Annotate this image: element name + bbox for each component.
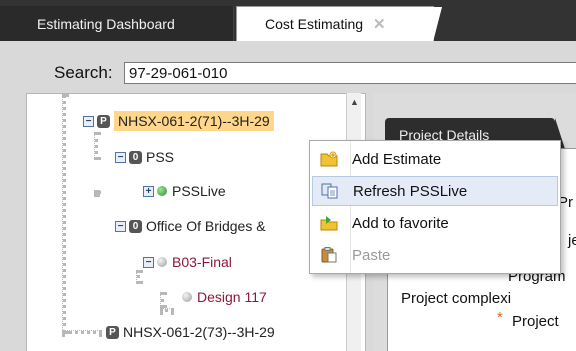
search-input[interactable] <box>124 62 576 84</box>
tree-node[interactable]: Design 117 <box>182 287 267 307</box>
tree-node[interactable]: − B03-Final <box>143 252 232 272</box>
tree-node-label[interactable]: PSSLive <box>172 183 226 199</box>
tab-label: Cost Estimating <box>265 16 364 32</box>
status-grey-icon <box>182 292 192 302</box>
count-badge-icon: 0 <box>129 219 142 233</box>
scroll-up-icon[interactable]: ▲ <box>350 97 359 107</box>
status-grey-icon <box>157 257 167 267</box>
tree-node-label[interactable]: NHSX-061-2(71)--3H-29 <box>114 111 274 131</box>
tree-connector <box>136 270 140 284</box>
tree-node[interactable]: − P NHSX-061-2(71)--3H-29 <box>83 111 274 131</box>
tree-connector <box>160 308 174 312</box>
field-label: je <box>568 232 576 249</box>
tree-node[interactable]: − 0 Office Of Bridges & <box>115 216 266 236</box>
menu-item-label: Add Estimate <box>352 150 442 168</box>
collapse-icon[interactable]: − <box>115 151 126 163</box>
top-tab-bar: Estimating Dashboard Cost Estimating ✕ <box>0 0 576 42</box>
close-icon[interactable]: ✕ <box>373 15 386 33</box>
tab-cost-estimating[interactable]: Cost Estimating ✕ <box>236 6 442 42</box>
paste-icon <box>320 247 338 263</box>
tree-connector <box>160 292 164 308</box>
tree-node-label[interactable]: NHSX-061-2(73)--3H-29 <box>123 324 275 340</box>
menu-item-add-estimate[interactable]: Add Estimate <box>312 144 558 174</box>
tree-node-label[interactable]: Design 117 <box>197 289 267 305</box>
required-marker: * <box>497 309 503 326</box>
collapse-icon[interactable]: − <box>143 256 154 268</box>
menu-item-paste[interactable]: Paste <box>312 240 558 270</box>
search-label: Search: <box>54 63 113 82</box>
count-badge-icon: 0 <box>129 150 142 164</box>
tree-node[interactable]: − 0 PSS <box>115 147 174 167</box>
menu-item-label: Refresh PSSLive <box>353 182 468 200</box>
collapse-icon[interactable]: − <box>83 115 94 127</box>
field-label: Project <box>512 313 559 330</box>
field-label: Project complexi <box>401 290 512 307</box>
project-badge-icon: P <box>106 325 119 339</box>
collapse-icon[interactable]: − <box>115 220 126 232</box>
status-green-icon <box>157 186 167 196</box>
tree-connector <box>94 190 100 194</box>
tree-connector <box>94 132 98 160</box>
tab-estimating-dashboard[interactable]: Estimating Dashboard <box>0 6 234 41</box>
search-row: Search: <box>0 41 576 93</box>
context-menu: Add Estimate Refresh PSSLive Add to favo… <box>309 140 561 274</box>
menu-item-label: Paste <box>352 246 391 264</box>
tree-node-label[interactable]: Office Of Bridges & <box>146 218 266 234</box>
tree-node-label[interactable]: B03-Final <box>172 254 232 270</box>
menu-item-label: Add to favorite <box>352 214 449 232</box>
tree-node-label[interactable]: PSS <box>146 149 174 165</box>
menu-item-add-favorite[interactable]: Add to favorite <box>312 208 558 238</box>
tree-connector <box>62 94 66 334</box>
folder-add-icon <box>320 151 338 167</box>
favorite-add-icon <box>320 215 338 231</box>
tab-label: Estimating Dashboard <box>37 15 175 32</box>
tree-node[interactable]: P NHSX-061-2(73)--3H-29 <box>106 322 275 342</box>
menu-item-refresh[interactable]: Refresh PSSLive <box>312 176 558 206</box>
expand-icon[interactable]: + <box>143 185 154 197</box>
tree-connector <box>62 330 102 334</box>
project-badge-icon: P <box>97 114 110 128</box>
refresh-copy-icon <box>321 183 339 199</box>
tree-node[interactable]: + PSSLive <box>143 181 226 201</box>
